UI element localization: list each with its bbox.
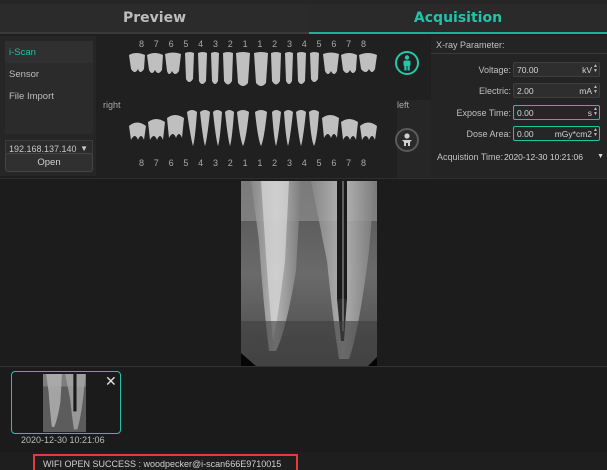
lower-teeth-row[interactable] — [127, 106, 379, 148]
electric-unit: mA — [579, 85, 592, 96]
tooth-number: 3 — [286, 158, 292, 168]
upper-tooth-numbers: 8 7 6 5 4 3 2 1 1 2 3 4 5 6 7 8 — [135, 39, 370, 49]
tooth-number: 5 — [316, 158, 322, 168]
upper-teeth-row[interactable] — [127, 51, 379, 91]
tooth-number: 4 — [198, 158, 204, 168]
dose-area-input[interactable]: 0.00 mGy*cm2 ▲ ▼ — [513, 126, 600, 141]
acquisition-time-row: Acquistion Time: 2020-12-30 10:21:06 ▼ — [431, 148, 607, 165]
dental-xray-thumbnail-icon — [43, 374, 86, 432]
adult-person-icon — [403, 55, 411, 71]
thumbnail-strip: ✕ 2020-12-30 10:21:06 — [0, 366, 607, 452]
electric-value: 2.00 — [517, 85, 534, 96]
xray-image[interactable] — [241, 181, 377, 367]
dental-xray-icon — [241, 181, 377, 367]
lower-teeth-icon — [129, 110, 377, 146]
tooth-number: 6 — [168, 39, 174, 49]
tooth-number: 2 — [272, 158, 278, 168]
upper-teeth-icon — [129, 52, 377, 86]
thumbnail-date: 2020-12-30 10:21:06 — [21, 435, 105, 445]
tooth-number: 7 — [153, 158, 159, 168]
mode-item-sensor[interactable]: Sensor — [5, 63, 93, 85]
mode-item-iscan[interactable]: i-Scan — [5, 41, 93, 63]
image-viewer[interactable] — [0, 178, 607, 367]
acquisition-time-label: Acquistion Time: — [436, 151, 503, 162]
tooth-number: 7 — [346, 158, 352, 168]
tooth-number: 6 — [168, 158, 174, 168]
tooth-number: 6 — [331, 158, 337, 168]
tooth-number: 5 — [183, 39, 189, 49]
close-icon[interactable]: ✕ — [105, 374, 117, 388]
tooth-number: 1 — [257, 39, 263, 49]
dose-area-unit: mGy*cm2 — [554, 128, 592, 139]
thumbnail-item[interactable]: ✕ — [11, 371, 121, 434]
spinner-icon[interactable]: ▲ ▼ — [593, 128, 598, 138]
tooth-number: 8 — [360, 158, 366, 168]
tooth-number: 3 — [212, 39, 218, 49]
spinner-icon[interactable]: ▲ ▼ — [593, 64, 598, 74]
tooth-number: 2 — [227, 39, 233, 49]
expose-time-row: Expose Time: 0.00 s ▲ ▼ — [431, 104, 607, 121]
voltage-label: Voltage: — [478, 64, 511, 75]
tooth-number: 1 — [242, 39, 248, 49]
status-message: WIFI OPEN SUCCESS : woodpecker@i-scan666… — [43, 459, 282, 469]
tooth-number: 4 — [301, 39, 307, 49]
voltage-value: 70.00 — [517, 64, 539, 75]
right-side-label: right — [103, 100, 121, 110]
child-person-icon — [402, 133, 412, 146]
expose-time-input[interactable]: 0.00 s ▲ ▼ — [513, 105, 600, 120]
mode-item-file-import[interactable]: File Import — [5, 85, 93, 107]
voltage-unit: kV — [582, 64, 592, 75]
tooth-number: 6 — [331, 39, 337, 49]
tooth-number: 2 — [272, 39, 278, 49]
dose-area-row: Dose Area: 0.00 mGy*cm2 ▲ ▼ — [431, 125, 607, 142]
tooth-number: 7 — [153, 39, 159, 49]
adult-mode-button[interactable] — [395, 51, 419, 75]
open-button[interactable]: Open — [5, 153, 93, 172]
spinner-icon[interactable]: ▲ ▼ — [593, 85, 598, 95]
divider — [431, 53, 607, 54]
tooth-chart: 8 7 6 5 4 3 2 1 1 2 3 4 5 6 7 8 right le… — [97, 36, 493, 240]
tooth-number: 3 — [212, 158, 218, 168]
electric-row: Electric: 2.00 mA ▲ ▼ — [431, 82, 607, 99]
voltage-row: Voltage: 70.00 kV ▲ ▼ — [431, 61, 607, 78]
expose-time-unit: s — [587, 107, 592, 118]
dose-area-label: Dose Area: — [466, 128, 511, 139]
tooth-number: 4 — [301, 158, 307, 168]
dose-area-value: 0.00 — [517, 128, 534, 139]
status-highlight: WIFI OPEN SUCCESS : woodpecker@i-scan666… — [33, 454, 298, 470]
chevron-down-icon: ▼ — [597, 153, 604, 160]
tooth-number: 3 — [286, 39, 292, 49]
top-tab-bar: Preview Acquisition — [0, 0, 607, 34]
acquisition-time-value: 2020-12-30 10:21:06 — [504, 151, 583, 162]
tooth-number: 8 — [138, 39, 144, 49]
electric-input[interactable]: 2.00 mA ▲ ▼ — [513, 83, 600, 98]
expose-time-value: 0.00 — [517, 107, 534, 118]
mode-list: i-Scan Sensor File Import — [5, 41, 93, 134]
xray-parameter-panel: X-ray Parameter: Voltage: 70.00 kV ▲ ▼ El… — [431, 36, 607, 178]
tooth-number: 1 — [242, 158, 248, 168]
xray-parameter-title: X-ray Parameter: — [436, 40, 505, 50]
tab-acquisition[interactable]: Acquisition — [309, 4, 607, 34]
lower-tooth-numbers: 8 7 6 5 4 3 2 1 1 2 3 4 5 6 7 8 — [135, 158, 370, 168]
child-mode-button[interactable] — [395, 128, 419, 152]
tooth-number: 1 — [257, 158, 263, 168]
tooth-number: 8 — [138, 158, 144, 168]
tooth-number: 5 — [316, 39, 322, 49]
voltage-input[interactable]: 70.00 kV ▲ ▼ — [513, 62, 600, 77]
tab-preview[interactable]: Preview — [0, 4, 309, 34]
tooth-number: 4 — [198, 39, 204, 49]
status-bar: WIFI OPEN SUCCESS : woodpecker@i-scan666… — [0, 452, 607, 470]
expose-time-label: Expose Time: — [456, 107, 511, 118]
spinner-icon[interactable]: ▲ ▼ — [593, 107, 598, 117]
tooth-number: 7 — [346, 39, 352, 49]
chevron-down-icon: ▼ — [80, 144, 88, 153]
acquisition-time-select[interactable]: 2020-12-30 10:21:06 ▼ — [504, 149, 607, 164]
source-panel: i-Scan Sensor File Import 192.168.137.14… — [0, 36, 96, 176]
electric-label: Electric: — [478, 85, 511, 96]
tooth-number: 5 — [183, 158, 189, 168]
thumbnail-image[interactable] — [43, 374, 86, 432]
tooth-number: 8 — [360, 39, 366, 49]
tooth-number: 2 — [227, 158, 233, 168]
